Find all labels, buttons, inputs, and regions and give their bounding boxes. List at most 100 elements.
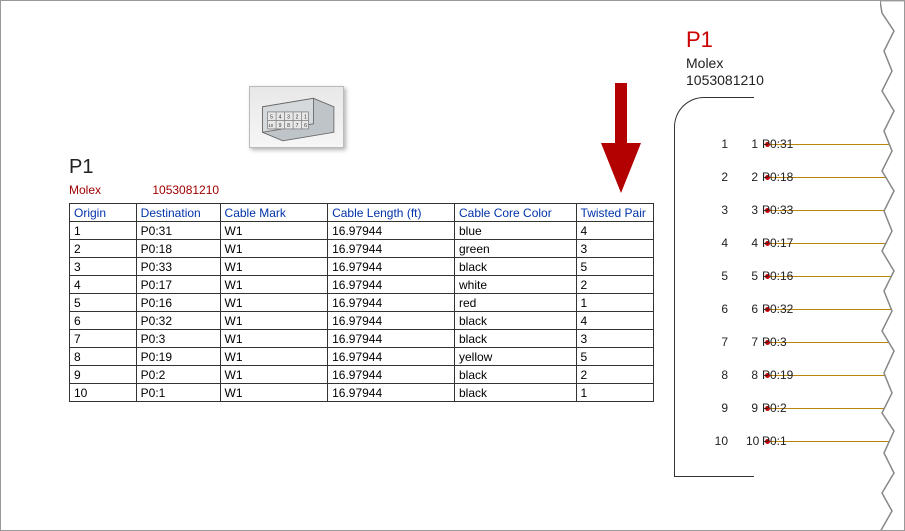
cell-color: green xyxy=(455,240,577,258)
cell-dest: P0:18 xyxy=(136,240,220,258)
cell-tw: 1 xyxy=(576,384,653,402)
cell-tw: 3 xyxy=(576,330,653,348)
table-row: 5P0:16W116.97944red1 xyxy=(70,294,654,312)
schematic-diagram: 11P0:3122P0:1833P0:3344P0:1755P0:1666P0:… xyxy=(686,103,896,493)
schematic-mfg: Molex xyxy=(686,55,896,72)
cell-len: 16.97944 xyxy=(328,240,455,258)
cell-dest: P0:33 xyxy=(136,258,220,276)
pin-signal-label: P0:32 xyxy=(762,302,793,316)
cell-tw: 4 xyxy=(576,222,653,240)
svg-text:9: 9 xyxy=(279,123,282,129)
cell-color: black xyxy=(455,330,577,348)
cell-tw: 5 xyxy=(576,258,653,276)
connector-subtitle: Molex 1053081210 xyxy=(69,183,219,197)
pin-number-outer: 9 xyxy=(686,401,746,415)
pin-number-outer: 3 xyxy=(686,203,746,217)
pin-signal-label: P0:2 xyxy=(762,401,787,415)
cell-color: red xyxy=(455,294,577,312)
pin-number-inner: 10 xyxy=(746,434,758,448)
table-row: 9P0:2W116.97944black2 xyxy=(70,366,654,384)
connector-partnum: 1053081210 xyxy=(152,183,219,197)
pin-number-inner: 3 xyxy=(746,203,758,217)
connector-outline xyxy=(674,97,754,477)
pin-signal-label: P0:19 xyxy=(762,368,793,382)
pin-number-inner: 9 xyxy=(746,401,758,415)
table-row: 2P0:18W116.97944green3 xyxy=(70,240,654,258)
cell-origin: 1 xyxy=(70,222,137,240)
cell-mark: W1 xyxy=(220,276,328,294)
pin-row: 22P0:18 xyxy=(686,168,793,186)
pin-row: 99 P0:2 xyxy=(686,399,787,417)
cell-dest: P0:1 xyxy=(136,384,220,402)
torn-edge-decoration xyxy=(880,1,905,531)
cell-len: 16.97944 xyxy=(328,258,455,276)
cell-mark: W1 xyxy=(220,258,328,276)
cell-color: black xyxy=(455,366,577,384)
pin-row: 11P0:31 xyxy=(686,135,793,153)
svg-text:1: 1 xyxy=(304,115,307,121)
cell-origin: 2 xyxy=(70,240,137,258)
cell-color: yellow xyxy=(455,348,577,366)
pin-number-outer: 6 xyxy=(686,302,746,316)
table-row: 8P0:19W116.97944yellow5 xyxy=(70,348,654,366)
cell-tw: 5 xyxy=(576,348,653,366)
pin-signal-label: P0:16 xyxy=(762,269,793,283)
cell-mark: W1 xyxy=(220,348,328,366)
cell-origin: 7 xyxy=(70,330,137,348)
pin-number-inner: 2 xyxy=(746,170,758,184)
pin-number-inner: 6 xyxy=(746,302,758,316)
pin-number-outer: 4 xyxy=(686,236,746,250)
col-destination: Destination xyxy=(136,204,220,222)
table-row: 7P0:3W116.97944black3 xyxy=(70,330,654,348)
col-twisted-pair: Twisted Pair xyxy=(576,204,653,222)
pin-number-outer: 10 xyxy=(686,434,746,448)
cell-mark: W1 xyxy=(220,384,328,402)
red-arrow-icon xyxy=(601,83,641,193)
pin-number-outer: 5 xyxy=(686,269,746,283)
cell-origin: 4 xyxy=(70,276,137,294)
pin-number-inner: 8 xyxy=(746,368,758,382)
pin-row: 88 P0:19 xyxy=(686,366,793,384)
pin-row: 77P0:3 xyxy=(686,333,787,351)
cell-dest: P0:31 xyxy=(136,222,220,240)
schematic-ref: P1 xyxy=(686,27,896,53)
cell-origin: 6 xyxy=(70,312,137,330)
cell-origin: 5 xyxy=(70,294,137,312)
document-page: 5 4 3 2 1 10 9 8 7 6 P1 Molex 1053081210… xyxy=(0,0,905,531)
cell-mark: W1 xyxy=(220,366,328,384)
pin-row: 66 P0:32 xyxy=(686,300,793,318)
cell-color: blue xyxy=(455,222,577,240)
cell-origin: 3 xyxy=(70,258,137,276)
pin-table: Origin Destination Cable Mark Cable Leng… xyxy=(69,203,654,402)
svg-text:2: 2 xyxy=(296,115,299,121)
pin-number-outer: 8 xyxy=(686,368,746,382)
table-row: 3P0:33W116.97944black5 xyxy=(70,258,654,276)
cell-mark: W1 xyxy=(220,330,328,348)
cell-mark: W1 xyxy=(220,312,328,330)
cell-mark: W1 xyxy=(220,240,328,258)
pin-number-inner: 7 xyxy=(746,335,758,349)
cell-tw: 4 xyxy=(576,312,653,330)
pin-row: 55P0:16 xyxy=(686,267,793,285)
pin-number-inner: 4 xyxy=(746,236,758,250)
svg-text:10: 10 xyxy=(268,123,273,128)
svg-text:4: 4 xyxy=(279,115,282,121)
cell-tw: 2 xyxy=(576,366,653,384)
cell-len: 16.97944 xyxy=(328,294,455,312)
pin-number-outer: 1 xyxy=(686,137,746,151)
pin-signal-label: P0:17 xyxy=(762,236,793,250)
cell-color: black xyxy=(455,312,577,330)
cell-origin: 9 xyxy=(70,366,137,384)
cell-tw: 1 xyxy=(576,294,653,312)
cell-mark: W1 xyxy=(220,294,328,312)
pin-number-outer: 7 xyxy=(686,335,746,349)
pin-signal-label: P0:18 xyxy=(762,170,793,184)
cell-dest: P0:17 xyxy=(136,276,220,294)
cell-color: black xyxy=(455,258,577,276)
svg-text:8: 8 xyxy=(287,123,290,129)
cell-dest: P0:2 xyxy=(136,366,220,384)
cell-tw: 3 xyxy=(576,240,653,258)
pin-signal-label: P0:31 xyxy=(762,137,793,151)
col-cable-color: Cable Core Color xyxy=(455,204,577,222)
pin-row: 1010P0:1 xyxy=(686,432,787,450)
